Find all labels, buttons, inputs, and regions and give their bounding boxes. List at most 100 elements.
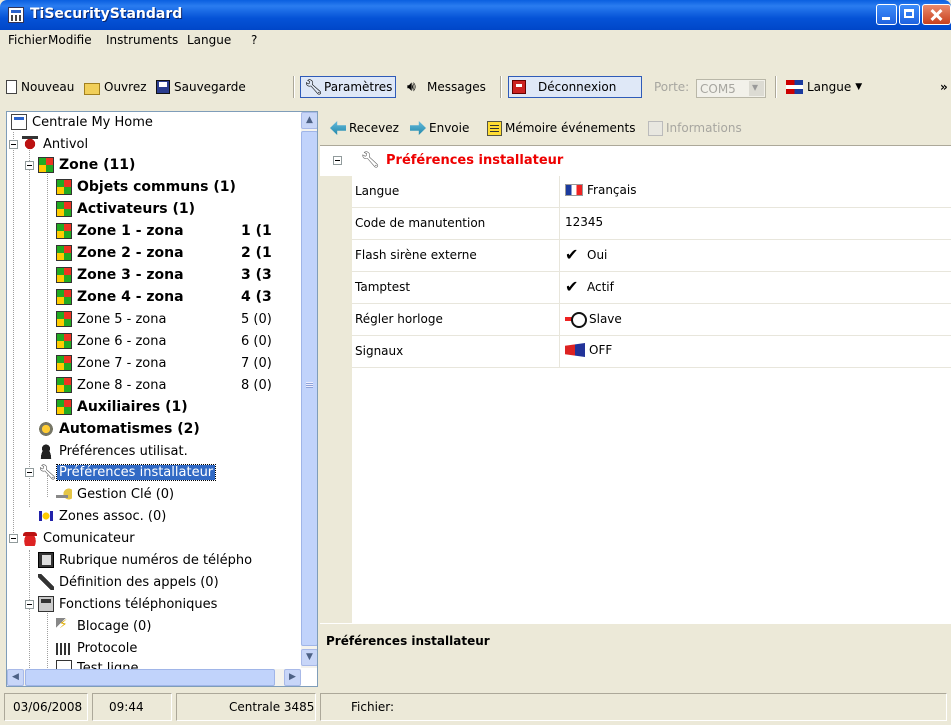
- save-button[interactable]: Sauvegarde: [156, 76, 246, 98]
- menu-modifie[interactable]: Modifie: [48, 33, 92, 47]
- property-row-flash-sirene[interactable]: Flash sirène externe ✔ Oui: [352, 240, 951, 272]
- tree-item-auxiliaires[interactable]: Auxiliaires (1): [56, 397, 190, 417]
- toolbar-separator: [775, 76, 777, 98]
- menu-langue[interactable]: Langue: [187, 33, 231, 47]
- tree-item-fonctions-telephoniques[interactable]: Fonctions téléphoniques: [38, 594, 219, 614]
- property-row-tamptest[interactable]: Tamptest ✔ Actif: [352, 272, 951, 304]
- hscroll-thumb[interactable]: [25, 669, 275, 686]
- tree-item-preferences-utilisateur[interactable]: Préférences utilisat.: [38, 441, 190, 461]
- navigation-tree[interactable]: Centrale My Home Antivol Zone (11) Objet…: [6, 111, 318, 687]
- tree-item-objets-communs[interactable]: Objets communs (1): [56, 177, 238, 197]
- tree-item-zone-1[interactable]: Zone 1 - zona 1 (1: [56, 221, 272, 241]
- send-button[interactable]: Envoie: [410, 119, 469, 137]
- tree-item-antivol[interactable]: Antivol: [22, 134, 90, 154]
- description-panel: Préférences installateur: [320, 623, 951, 688]
- send-arrow-icon: [410, 121, 426, 135]
- zones-assoc-icon: [38, 508, 54, 524]
- parametres-button[interactable]: 🔧︎ Paramètres: [300, 76, 397, 98]
- messages-button[interactable]: 🔊︎ Messages: [407, 76, 486, 98]
- tree-item-zone-7[interactable]: Zone 7 - zona 7 (0): [56, 353, 272, 373]
- tree-item-blocage[interactable]: Blocage (0): [56, 616, 153, 636]
- minimize-button[interactable]: [876, 4, 897, 25]
- wrench-icon: 🔧︎: [360, 150, 381, 169]
- tree-horizontal-scrollbar[interactable]: ◀ ▶: [7, 669, 301, 686]
- zone-icon: [56, 289, 72, 305]
- user-icon: [38, 443, 54, 459]
- scroll-left-button[interactable]: ◀: [7, 669, 24, 686]
- zone-icon: [56, 333, 72, 349]
- collapse-comunicateur-toggle[interactable]: [9, 534, 18, 543]
- floppy-disk-icon: [156, 80, 170, 94]
- collapse-antivol-toggle[interactable]: [9, 140, 18, 149]
- property-row-signaux[interactable]: Signaux OFF: [352, 336, 951, 368]
- tree-item-zone[interactable]: Zone (11): [38, 155, 137, 175]
- menu-help[interactable]: ?: [251, 33, 257, 47]
- protocol-icon: [56, 643, 72, 655]
- zone-icon: [56, 267, 72, 283]
- tree-item-zone-8[interactable]: Zone 8 - zona 8 (0): [56, 375, 272, 395]
- new-file-icon: [6, 80, 17, 94]
- tree-item-definition-appels[interactable]: Définition des appels (0): [38, 572, 221, 592]
- tree-item-activateurs[interactable]: Activateurs (1): [56, 199, 197, 219]
- property-grid: 🔧︎ Préférences installateur Langue Franç…: [320, 145, 951, 623]
- toolbar-overflow-button[interactable]: »: [940, 76, 948, 98]
- scroll-down-button[interactable]: ▼: [301, 649, 317, 666]
- informations-button[interactable]: Informations: [648, 119, 742, 137]
- speaker-icon: 🔊︎: [407, 79, 416, 95]
- disconnect-button[interactable]: Déconnexion: [508, 76, 642, 98]
- grid-gutter: [320, 176, 352, 623]
- collapse-zone-toggle[interactable]: [25, 161, 34, 170]
- clock-icon: [565, 311, 587, 328]
- tree-item-preferences-installateur[interactable]: 🔧︎ Préférences installateur: [38, 462, 217, 482]
- menu-instruments[interactable]: Instruments: [106, 33, 178, 47]
- event-memory-icon: [487, 120, 502, 136]
- collapse-installateur-toggle[interactable]: [25, 468, 34, 477]
- tree-item-zone-6[interactable]: Zone 6 - zona 6 (0): [56, 331, 272, 351]
- language-dropdown[interactable]: Langue ▼: [786, 76, 862, 98]
- collapse-section-toggle[interactable]: [333, 156, 342, 165]
- tree-item-centrale[interactable]: Centrale My Home: [11, 112, 155, 132]
- property-panel: Recevez Envoie Mémoire événements Inform…: [320, 111, 951, 688]
- tree-item-zone-5[interactable]: Zone 5 - zona 5 (0): [56, 309, 272, 329]
- tree-item-gestion-cle[interactable]: Gestion Clé (0): [56, 484, 176, 504]
- property-section-header[interactable]: 🔧︎ Préférences installateur: [320, 146, 951, 176]
- zone-icon: [56, 399, 72, 415]
- scroll-up-button[interactable]: ▲: [301, 112, 317, 129]
- collapse-fonctions-toggle[interactable]: [25, 600, 34, 609]
- property-row-langue[interactable]: Langue Français: [352, 176, 951, 208]
- tree-item-zones-assoc[interactable]: Zones assoc. (0): [38, 506, 168, 526]
- property-row-code-manutention[interactable]: Code de manutention 12345: [352, 208, 951, 240]
- tree-item-automatismes[interactable]: Automatismes (2): [38, 419, 202, 439]
- tree-item-zone-3[interactable]: Zone 3 - zona 3 (3: [56, 265, 272, 285]
- receive-button[interactable]: Recevez: [330, 119, 399, 137]
- tree-item-zone-2[interactable]: Zone 2 - zona 2 (1: [56, 243, 272, 263]
- zone-icon: [56, 311, 72, 327]
- status-time: 09:44: [92, 693, 172, 721]
- property-row-regler-horloge[interactable]: Régler horloge Slave: [352, 304, 951, 336]
- new-button[interactable]: Nouveau: [6, 76, 74, 98]
- tree-vertical-scrollbar[interactable]: ▲ ▼: [301, 112, 317, 668]
- menu-fichier[interactable]: Fichier: [8, 33, 47, 47]
- info-icon: [648, 120, 663, 136]
- memory-events-button[interactable]: Mémoire événements: [487, 119, 635, 137]
- tree-item-rubrique[interactable]: Rubrique numéros de télépho: [38, 550, 254, 570]
- close-button[interactable]: [922, 4, 951, 25]
- zone-icon: [56, 245, 72, 261]
- zone-icon: [38, 157, 54, 173]
- tree-item-zone-4[interactable]: Zone 4 - zona 4 (3: [56, 287, 272, 307]
- menu-bar: Fichier Modifie Instruments Langue ?: [0, 30, 951, 50]
- scroll-thumb[interactable]: [301, 131, 317, 646]
- disconnect-phone-icon: [512, 80, 526, 94]
- zone-icon: [56, 223, 72, 239]
- toolbar-separator: [500, 76, 502, 98]
- filter-icon: [56, 617, 72, 634]
- key-icon: [56, 486, 72, 502]
- france-flag-icon: [565, 184, 583, 196]
- tree-item-comunicateur[interactable]: Comunicateur: [22, 528, 137, 548]
- scroll-right-button[interactable]: ▶: [284, 669, 301, 686]
- port-select[interactable]: COM5: [696, 79, 766, 98]
- open-button[interactable]: Ouvrez: [84, 76, 147, 98]
- maximize-button[interactable]: [899, 4, 920, 25]
- zone-icon: [56, 355, 72, 371]
- tree-item-protocole[interactable]: Protocole: [56, 638, 139, 658]
